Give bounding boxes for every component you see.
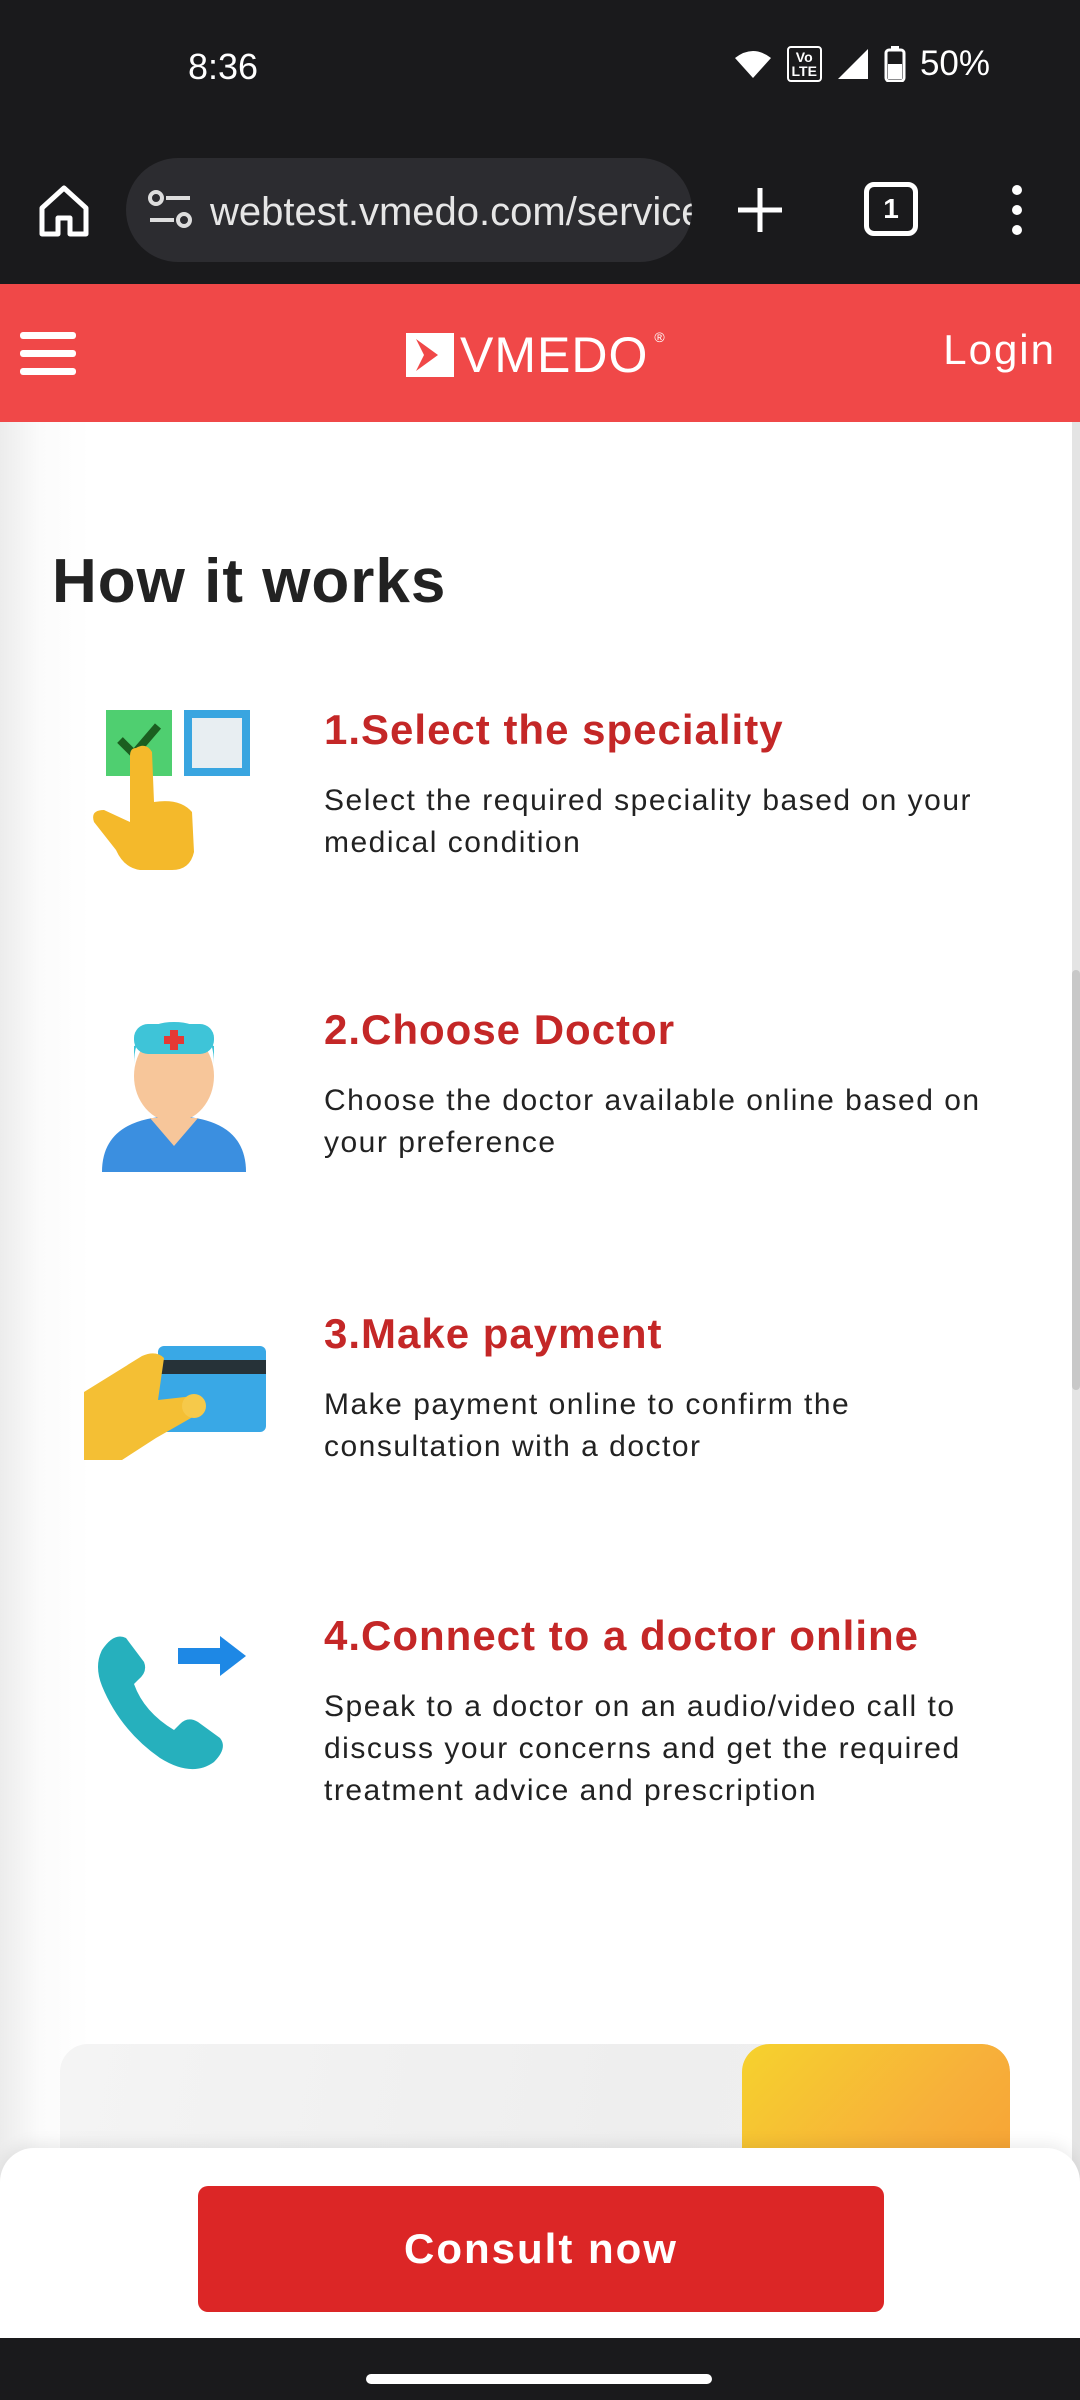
step-title: 3.Make payment — [324, 1310, 663, 1357]
hamburger-menu-icon[interactable] — [20, 332, 76, 376]
bottom-cta-bar: Consult now — [0, 2148, 1080, 2338]
site-header: VMEDO ® Login — [0, 284, 1080, 422]
new-tab-icon[interactable] — [730, 180, 790, 240]
signal-icon — [837, 49, 868, 79]
status-time: 8:36 — [188, 46, 259, 87]
payment-card-icon — [84, 1346, 266, 1460]
step-title: 1.Select the speciality — [324, 706, 784, 753]
url-text: webtest.vmedo.com/services — [210, 190, 692, 234]
select-speciality-icon — [93, 710, 250, 870]
page-content: How it works 1.Select the speciality Sel… — [0, 422, 1080, 2338]
consult-now-button[interactable]: Consult now — [198, 2186, 884, 2312]
step-description: Select the required speciality based on … — [324, 784, 973, 859]
volte-icon: Vo LTE — [786, 46, 822, 82]
status-icons: Vo LTE 50% — [733, 44, 990, 84]
phone-call-icon — [98, 1636, 246, 1770]
vmedo-logo[interactable]: VMEDO ® — [406, 326, 665, 384]
gesture-handle[interactable] — [366, 2374, 712, 2384]
section-title: How it works — [52, 547, 447, 616]
logo-mark-icon — [406, 333, 454, 377]
wifi-icon — [734, 51, 771, 78]
browser-toolbar: webtest.vmedo.com/services 1 — [0, 136, 1080, 284]
tab-switcher-button[interactable]: 1 — [864, 182, 918, 236]
battery-icon — [884, 46, 906, 82]
site-settings-icon[interactable] — [146, 188, 194, 232]
doctor-icon — [102, 1022, 246, 1172]
scrollbar-thumb[interactable] — [1072, 970, 1080, 1390]
step-description: Speak to a doctor on an audio/video call… — [324, 1690, 961, 1807]
step-description: Choose the doctor available online based… — [324, 1084, 981, 1159]
step-title: 2.Choose Doctor — [324, 1006, 676, 1053]
address-bar[interactable]: webtest.vmedo.com/services — [126, 158, 692, 262]
battery-percent: 50% — [919, 44, 990, 83]
step-description: Make payment online to confirm the consu… — [324, 1388, 851, 1463]
status-bar: 8:36 Vo LTE 50% — [0, 0, 1080, 136]
logo-registered: ® — [654, 329, 665, 345]
navigation-bar — [0, 2338, 1080, 2400]
step-title: 4.Connect to a doctor online — [324, 1612, 920, 1659]
logo-text: VMEDO — [460, 327, 649, 383]
more-options-icon[interactable] — [1000, 180, 1034, 240]
login-link[interactable]: Login — [943, 326, 1056, 374]
home-icon[interactable] — [34, 180, 94, 240]
